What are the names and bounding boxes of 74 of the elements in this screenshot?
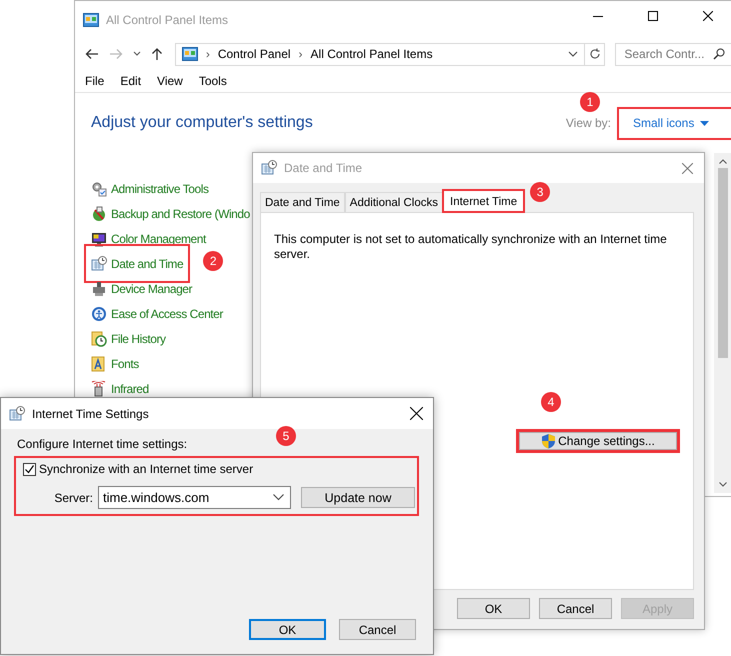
step-number-badge: 2 [203,251,224,271]
step-number-badge: 5 [276,426,296,446]
step-number-badge: 4 [541,392,561,412]
menu-item[interactable]: Edit [112,74,150,88]
dialog-title: Internet Time Settings [32,406,150,420]
address-bar[interactable]: › Control Panel › All Control Panel Items [174,42,586,66]
dialog-button[interactable]: OK [457,598,530,619]
menu-item[interactable]: File [77,74,112,88]
tab[interactable]: Date and Time [260,192,345,212]
folder-clock-icon [91,330,107,346]
gears-icon [91,180,107,196]
view-by-dropdown[interactable]: Small icons [619,108,731,138]
control-panel-link[interactable]: Ease of Access Center [111,306,223,320]
server-combobox[interactable]: time.windows.com [98,486,291,509]
menu-item[interactable]: View [149,74,191,88]
sync-checkbox[interactable] [23,462,36,476]
tab[interactable]: Additional Clocks [344,192,444,212]
printer-device-icon [91,280,107,296]
update-now-button[interactable]: Update now [301,487,415,508]
refresh-button[interactable] [585,42,606,66]
page-heading: Adjust your computer's settings [91,114,314,132]
shield-icon [541,433,556,449]
tab[interactable]: Internet Time [443,190,524,212]
calendar-clock-icon [9,406,25,422]
close-icon [703,11,713,21]
view-by-label: View by: [566,116,611,130]
control-panel-link[interactable]: Date and Time [111,256,184,270]
menu-item[interactable]: Tools [190,74,235,88]
search-field[interactable]: Search Contr... [615,42,731,66]
scrollbar[interactable] [714,153,731,493]
server-label: Server: [53,490,93,504]
scroll-up-icon[interactable] [719,159,727,164]
monitor-icon [91,230,107,246]
window-title: All Control Panel Items [106,13,230,27]
control-panel-link[interactable]: Infrared [111,382,149,396]
up-arrow-icon[interactable] [150,47,163,61]
font-file-icon [91,356,107,372]
control-panel-link[interactable]: Administrative Tools [111,182,208,196]
infrared-icon [91,380,107,396]
scroll-down-icon[interactable] [719,482,727,487]
calendar-clock-icon [91,256,107,272]
dropdown-arrow-icon [700,120,710,126]
control-panel-icon [83,13,99,27]
control-panel-link[interactable]: Color Management [111,232,206,246]
breadcrumb-separator: › [206,47,210,61]
breadcrumb-item[interactable]: Control Panel [218,47,291,61]
breadcrumb-separator: › [298,47,303,61]
dialog-button[interactable]: Cancel [339,619,416,640]
calendar-clock-icon [261,160,277,176]
settings-prompt: Configure Internet time settings: [17,437,188,453]
recent-dropdown-icon[interactable] [132,51,141,57]
step-number-badge: 3 [530,182,550,202]
step-number-badge: 1 [580,92,600,112]
close-icon [410,407,422,420]
back-arrow-icon[interactable] [85,48,99,60]
control-panel-link[interactable]: Backup and Restore (Windo [111,206,250,220]
control-panel-icon [182,47,198,61]
backup-icon [91,206,107,222]
control-panel-link[interactable]: File History [111,332,166,346]
address-dropdown-icon[interactable] [568,51,578,57]
accessibility-icon [91,306,107,322]
checkbox-label: Synchronize with an Internet time server [39,462,254,476]
dialog-button[interactable]: OK [249,619,326,640]
close-icon [682,162,692,174]
sync-status-message: This computer is not set to automatically synchronize with an Internet time server. [274,232,668,262]
dialog-title: Date and Time [284,161,364,175]
change-settings-button[interactable]: Change settings... [516,429,680,453]
refresh-icon [588,48,601,60]
breadcrumb-item[interactable]: All Control Panel Items [310,47,433,61]
control-panel-link[interactable]: Device Manager [111,282,192,296]
maximize-icon [648,11,658,21]
search-icon [713,48,725,60]
control-panel-link[interactable]: Fonts [111,356,139,370]
dialog-button[interactable]: Cancel [539,598,612,619]
